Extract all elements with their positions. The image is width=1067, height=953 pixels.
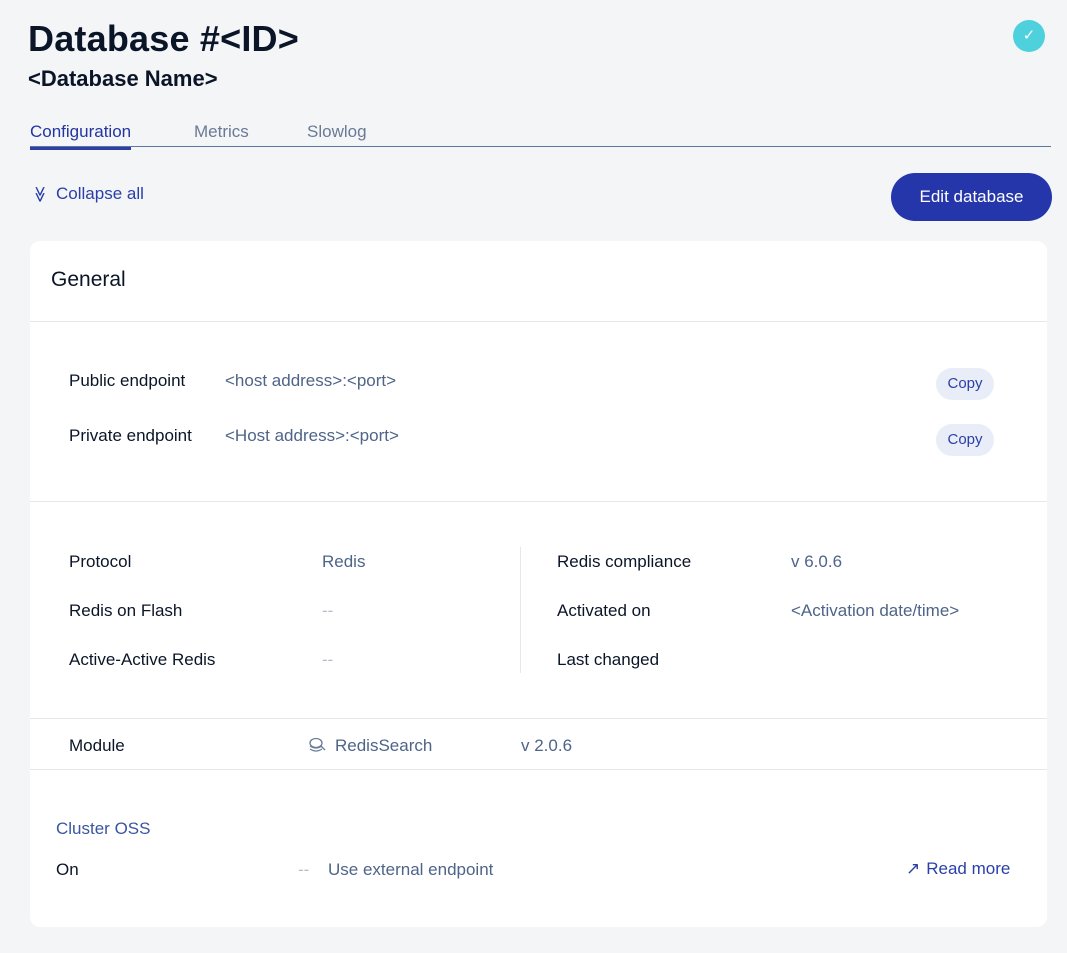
- last-changed-label: Last changed: [557, 650, 660, 669]
- external-endpoint-dash: --: [298, 860, 310, 879]
- collapse-all-button[interactable]: ≫ Collapse all: [31, 184, 144, 204]
- redis-compliance-value: v 6.0.6: [791, 552, 843, 571]
- public-endpoint-value: <host address>:<port>: [225, 371, 397, 390]
- tab-bar: Configuration Metrics Slowlog: [30, 120, 1051, 150]
- redisearch-icon: [309, 737, 326, 752]
- tab-metrics[interactable]: Metrics: [194, 122, 249, 142]
- redis-on-flash-label: Redis on Flash: [69, 601, 183, 620]
- divider: [30, 769, 1047, 770]
- divider: [30, 501, 1047, 502]
- card-title: General: [51, 268, 126, 291]
- external-link-icon: ↗: [906, 859, 921, 878]
- read-more-label: Read more: [926, 859, 1011, 878]
- public-endpoint-label: Public endpoint: [69, 371, 186, 390]
- activated-on-label: Activated on: [557, 601, 651, 620]
- module-name: RedisSearch: [335, 736, 433, 755]
- active-active-value: --: [322, 650, 334, 669]
- protocol-value: Redis: [322, 552, 366, 571]
- database-name: <Database Name>: [28, 66, 218, 91]
- external-endpoint-label: Use external endpoint: [328, 860, 494, 879]
- redis-on-flash-value: --: [322, 601, 334, 620]
- tab-slowlog[interactable]: Slowlog: [307, 122, 367, 142]
- general-card: General Public endpoint <host address>:<…: [30, 241, 1047, 927]
- module-version: v 2.0.6: [521, 736, 573, 755]
- copy-public-endpoint-button[interactable]: Copy: [936, 368, 994, 400]
- activated-on-value: <Activation date/time>: [791, 601, 960, 620]
- private-endpoint-label: Private endpoint: [69, 426, 192, 445]
- page-title: Database #<ID>: [28, 18, 299, 59]
- module-label: Module: [69, 736, 125, 755]
- edit-database-button[interactable]: Edit database: [891, 173, 1052, 221]
- divider: [30, 321, 1047, 322]
- cluster-oss-state: On: [56, 860, 79, 879]
- active-active-label: Active-Active Redis: [69, 650, 216, 669]
- check-icon: ✓: [1013, 20, 1045, 52]
- tab-configuration[interactable]: Configuration: [30, 122, 132, 150]
- redis-compliance-label: Redis compliance: [557, 552, 692, 571]
- protocol-label: Protocol: [69, 552, 132, 571]
- collapse-all-label: Collapse all: [56, 184, 144, 203]
- read-more-link[interactable]: ↗ Read more: [906, 859, 1010, 879]
- copy-private-endpoint-button[interactable]: Copy: [936, 424, 994, 456]
- column-divider: [520, 547, 521, 673]
- cluster-oss-title: Cluster OSS: [56, 819, 151, 838]
- chevron-double-down-icon: ≫: [31, 186, 48, 203]
- private-endpoint-value: <Host address>:<port>: [225, 426, 399, 445]
- divider: [30, 718, 1047, 719]
